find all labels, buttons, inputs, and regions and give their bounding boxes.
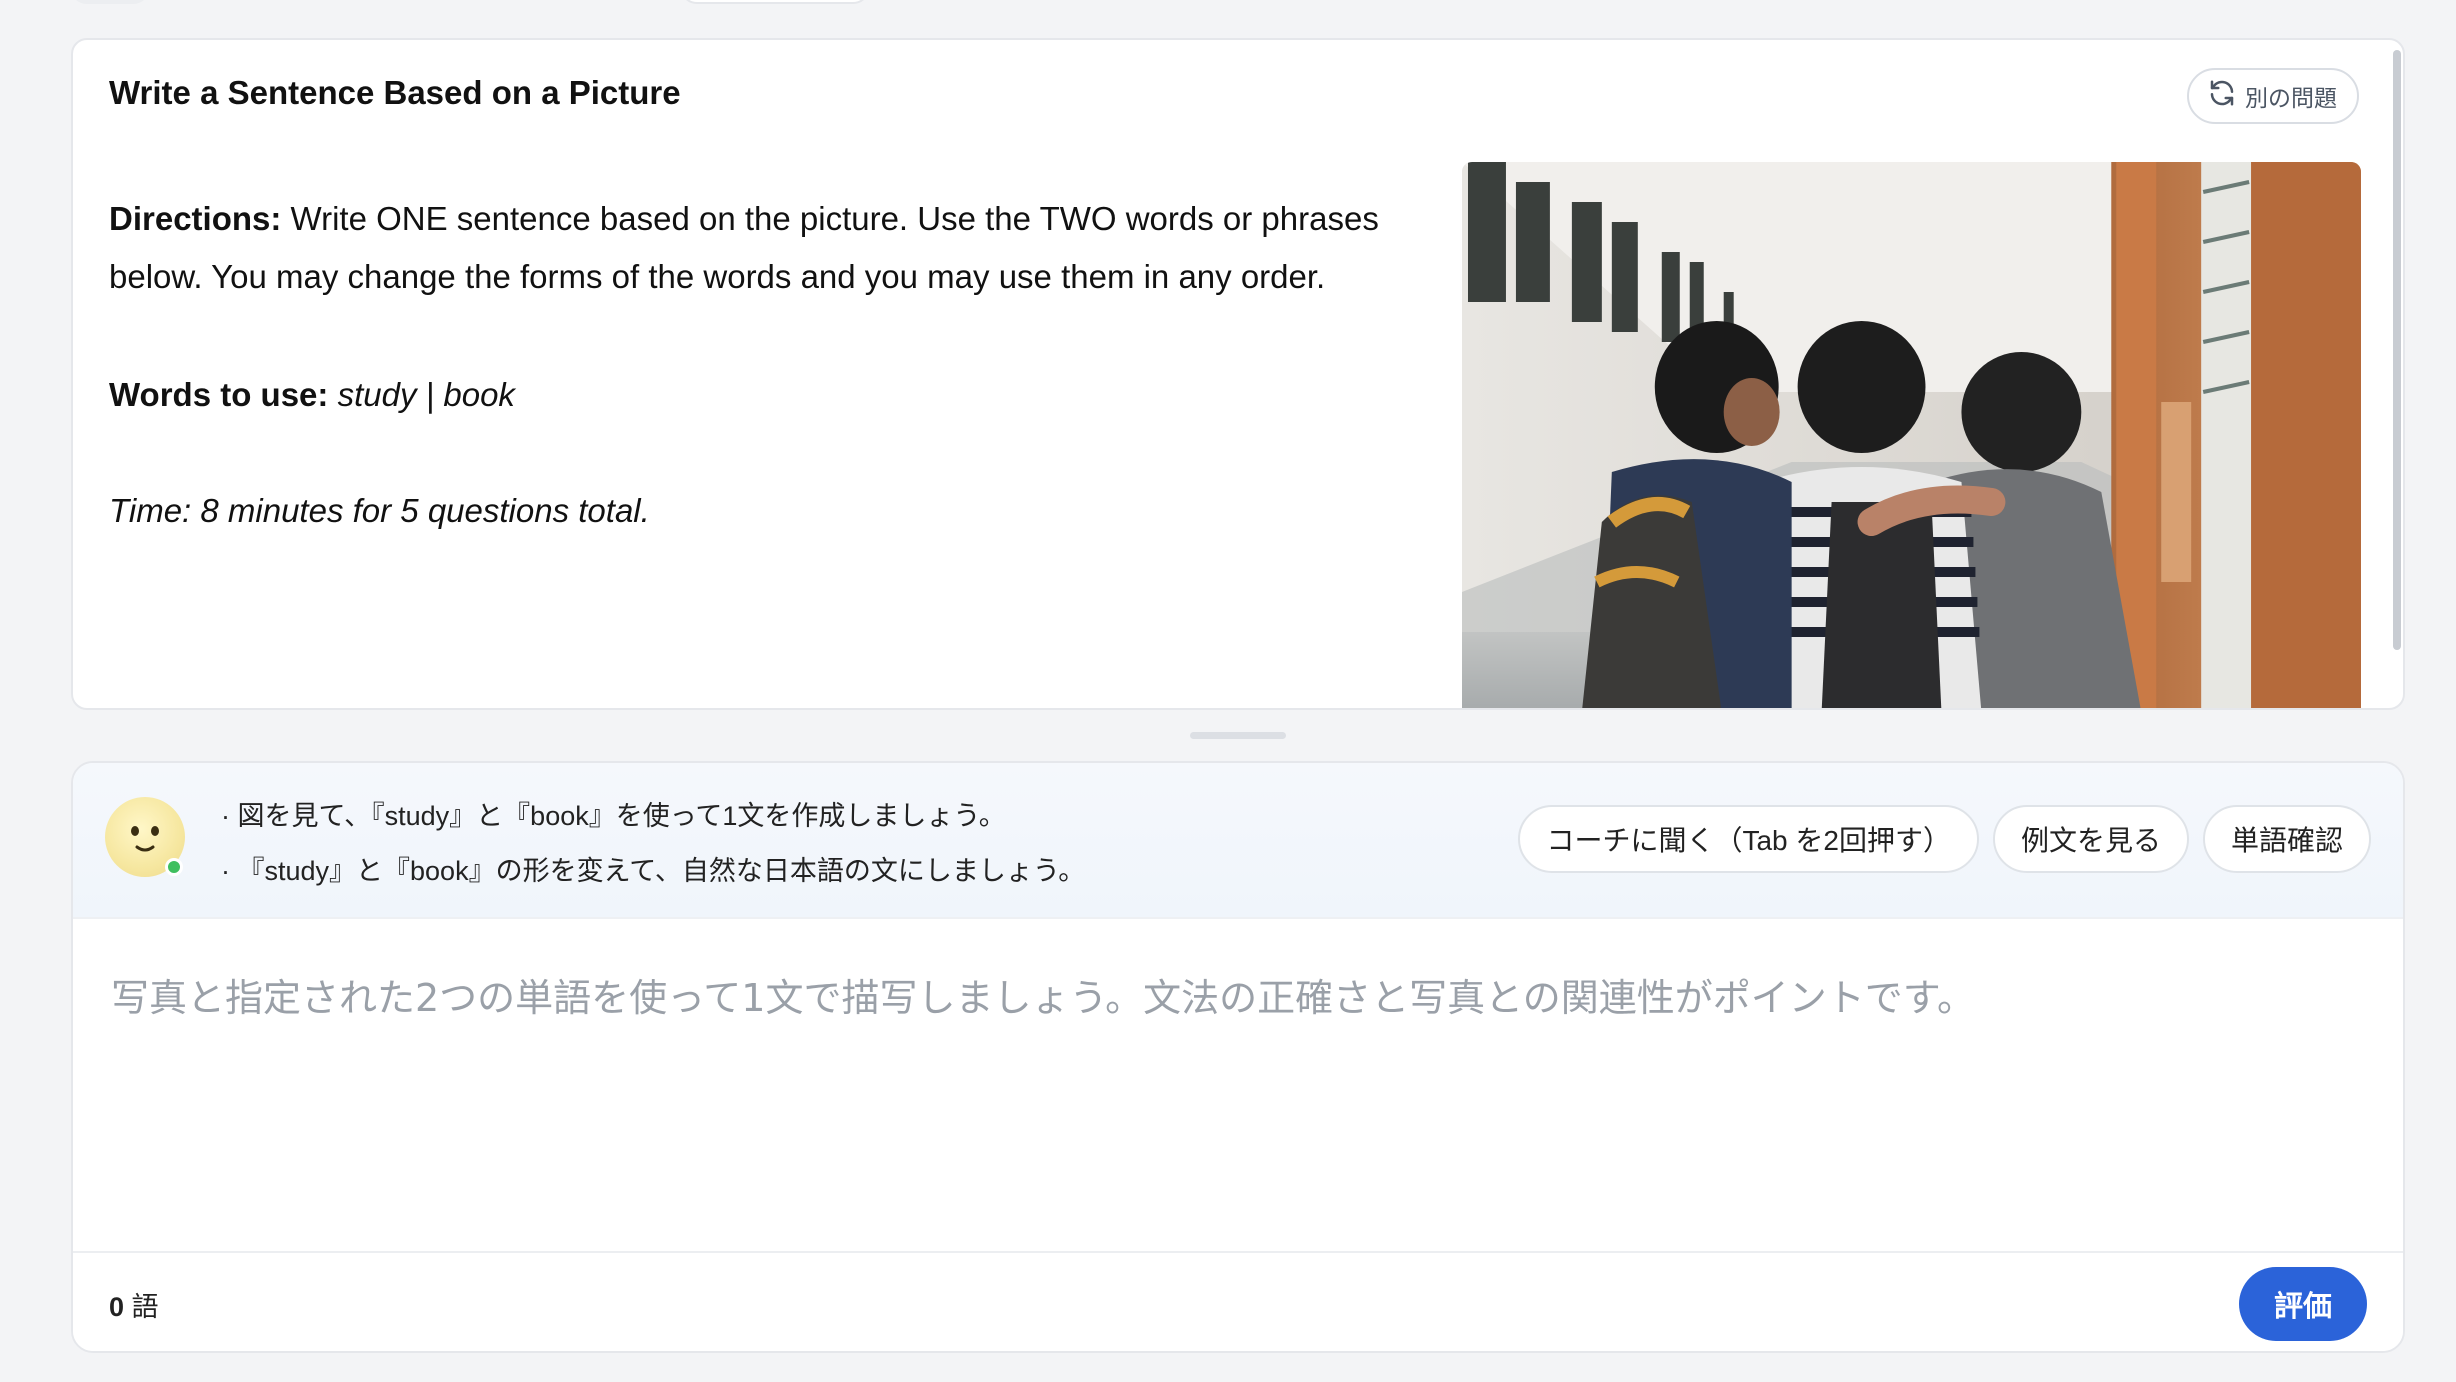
time-note: Time: 8 minutes for 5 questions total. <box>109 492 650 529</box>
scrollbar-thumb[interactable] <box>2393 50 2401 650</box>
example-sentence-button[interactable]: 例文を見る <box>1992 805 2189 873</box>
coach-bar: · 図を見て、『study』と『book』を使って1文を作成しましょう。 · 『… <box>73 763 2403 919</box>
coach-tip: · 『study』と『book』の形を変えて、自然な日本語の文にしましょう。 <box>221 856 1086 886</box>
evaluate-button[interactable]: 評価 <box>2239 1267 2367 1341</box>
panel-resize-handle[interactable] <box>1190 732 1286 739</box>
words-to-use: Words to use: study | book <box>109 366 515 424</box>
words-label: Words to use: <box>109 376 329 413</box>
question-photo <box>1462 162 2361 708</box>
question-scrollbar[interactable] <box>2393 50 2403 650</box>
directions: Directions: Write ONE sentence based on … <box>109 190 1449 306</box>
question-title: Write a Sentence Based on a Picture <box>109 74 681 111</box>
word-count-unit: 語 <box>131 1292 159 1322</box>
vocab-check-button[interactable]: 単語確認 <box>2202 805 2371 873</box>
answer-footer: 0 語 評価 <box>73 1251 2403 1351</box>
directions-text: Write ONE sentence based on the picture.… <box>109 200 1379 295</box>
coach-tips: · 図を見て、『study』と『book』を使って1文を作成しましょう。 · 『… <box>221 789 1085 899</box>
coach-tip: · 図を見て、『study』と『book』を使って1文を作成しましょう。 <box>221 801 1006 831</box>
word-count: 0 語 <box>109 1285 159 1324</box>
refresh-icon <box>2207 78 2237 114</box>
new-question-button[interactable]: 別の問題 <box>2187 68 2359 124</box>
answer-textarea[interactable] <box>73 919 2403 1219</box>
answer-card: · 図を見て、『study』と『book』を使って1文を作成しましょう。 · 『… <box>71 761 2405 1353</box>
coach-actions: コーチに聞く（Tab を2回押す） 例文を見る 単語確認 <box>1518 805 2371 873</box>
top-tab-stub <box>70 0 150 4</box>
question-card: Write a Sentence Based on a Picture 別の問題… <box>71 38 2405 710</box>
word-count-value: 0 <box>109 1292 125 1322</box>
new-question-label: 別の問題 <box>2245 85 2337 111</box>
top-button-stub[interactable] <box>680 0 870 4</box>
directions-label: Directions: <box>109 200 282 237</box>
words-value: study | book <box>328 376 515 413</box>
online-status-dot <box>165 858 183 876</box>
ask-coach-button[interactable]: コーチに聞く（Tab を2回押す） <box>1518 805 1979 873</box>
